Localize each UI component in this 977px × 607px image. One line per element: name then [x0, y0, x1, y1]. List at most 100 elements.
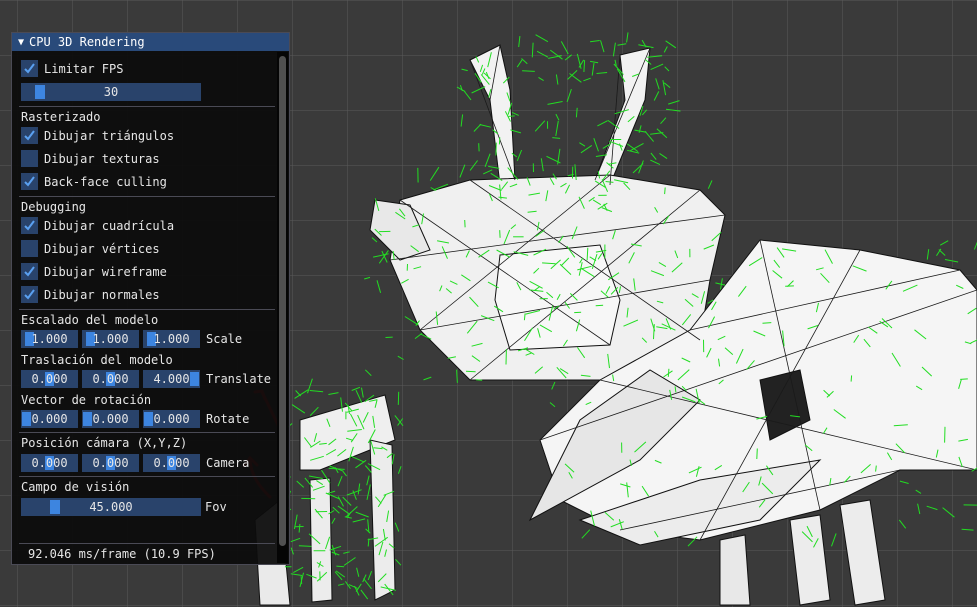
rotate-y-field[interactable]: 0.000 [82, 410, 139, 428]
field-value: 0.000 [31, 372, 68, 386]
rotate-label: Rotate [206, 412, 250, 426]
field-value: 1.000 [153, 332, 190, 346]
scale-header: Escalado del modelo [21, 313, 158, 327]
normal-line [336, 565, 345, 568]
camera-header: Posición cámara (X,Y,Z) [21, 436, 187, 450]
draw-textures-checkbox[interactable]: Dibujar texturas [21, 150, 160, 167]
checkbox-box[interactable] [21, 286, 38, 303]
section-header: Escalado del modelo [21, 313, 159, 327]
fov-value: 45.000 [89, 500, 133, 514]
rasterized-header: Rasterizado [21, 110, 100, 124]
rotate-z-field[interactable]: 0.000 [143, 410, 200, 428]
cpu-3d-rendering-window[interactable]: ▼ CPU 3D Rendering Limitar FPS 30 Raster… [11, 32, 290, 565]
checkbox-label: Dibujar normales [44, 287, 160, 302]
normal-line [875, 465, 877, 472]
draw-grid-checkbox[interactable]: Dibujar cuadrícula [21, 217, 174, 234]
field-value: 4.000 [153, 372, 190, 386]
fov-header: Campo de visión [21, 480, 129, 494]
checkbox-box[interactable] [21, 263, 38, 280]
checkbox-label: Dibujar vértices [44, 241, 160, 256]
field-value: 1.000 [31, 332, 68, 346]
camera-z-field[interactable]: 0.000 [143, 454, 200, 472]
checkbox-box[interactable] [21, 217, 38, 234]
separator [19, 476, 275, 477]
fps-value: 30 [103, 85, 119, 99]
check-icon [24, 63, 35, 74]
checkbox-box[interactable] [21, 150, 38, 167]
scrollbar-grab[interactable] [279, 56, 286, 546]
scale-label: Scale [206, 332, 243, 346]
normal-line [595, 304, 604, 307]
translate-y-field[interactable]: 0.000 [82, 370, 139, 388]
field-value: 0.000 [31, 456, 68, 470]
translate-header: Traslación del modelo [21, 353, 173, 367]
scale-y-field[interactable]: 1.000 [82, 330, 139, 348]
separator [19, 309, 275, 310]
fov-row[interactable]: 45.000 Fov [21, 498, 227, 516]
draw-triangles-checkbox[interactable]: Dibujar triángulos [21, 127, 174, 144]
rotate-header: Vector de rotación [21, 393, 151, 407]
field-value: 0.000 [153, 456, 190, 470]
translate-label: Translate [206, 372, 272, 386]
checkbox-label: Dibujar triángulos [44, 128, 175, 143]
camera-y-field[interactable]: 0.000 [82, 454, 139, 472]
normal-line [762, 322, 772, 324]
limit-fps-label: Limitar FPS [44, 61, 124, 76]
checkbox-box[interactable] [21, 173, 38, 190]
normal-line [523, 313, 526, 321]
check-icon [24, 130, 35, 141]
fov-label: Fov [205, 500, 227, 514]
checkbox-label: Back-face culling [44, 174, 167, 189]
window-titlebar[interactable]: ▼ CPU 3D Rendering [12, 33, 289, 51]
camera-vector[interactable]: 0.000 0.000 0.000 Camera [21, 454, 249, 472]
rotate-vector[interactable]: 0.000 0.000 0.000 Rotate [21, 410, 249, 428]
translate-z-field[interactable]: 4.000 [143, 370, 200, 388]
checkbox-box[interactable] [21, 60, 38, 77]
fps-slider[interactable]: 30 [21, 83, 201, 101]
separator [19, 432, 275, 433]
normal-line [367, 538, 370, 547]
normal-line [756, 448, 758, 460]
normal-line [960, 378, 968, 380]
rotate-x-field[interactable]: 0.000 [21, 410, 78, 428]
section-header: Rasterizado [21, 110, 101, 124]
checkbox-label: Dibujar cuadrícula [44, 218, 175, 233]
draw-normals-checkbox[interactable]: Dibujar normales [21, 286, 160, 303]
draw-vertices-checkbox[interactable]: Dibujar vértices [21, 240, 160, 257]
checkbox-label: Dibujar wireframe [44, 264, 167, 279]
collapse-arrow-icon[interactable]: ▼ [18, 37, 24, 48]
checkbox-box[interactable] [21, 240, 38, 257]
section-header: Campo de visión [21, 480, 130, 494]
scale-z-field[interactable]: 1.000 [143, 330, 200, 348]
check-icon [24, 266, 35, 277]
draw-wireframe-checkbox[interactable]: Dibujar wireframe [21, 263, 167, 280]
checkbox-box[interactable] [21, 127, 38, 144]
fov-slider[interactable]: 45.000 [21, 498, 201, 516]
field-value: 0.000 [153, 412, 190, 426]
section-header: Posición cámara (X,Y,Z) [21, 436, 188, 450]
translate-x-field[interactable]: 0.000 [21, 370, 78, 388]
check-icon [24, 220, 35, 231]
separator [19, 106, 275, 107]
scale-x-field[interactable]: 1.000 [21, 330, 78, 348]
normal-line [508, 115, 515, 117]
backface-culling-checkbox[interactable]: Back-face culling [21, 173, 167, 190]
normal-line [586, 247, 589, 261]
scale-vector[interactable]: 1.000 1.000 1.000 Scale [21, 330, 242, 348]
checkbox-label: Dibujar texturas [44, 151, 160, 166]
window-scrollbar[interactable] [277, 52, 288, 563]
section-header: Traslación del modelo [21, 353, 173, 367]
translate-vector[interactable]: 0.000 0.000 4.000 Translate [21, 370, 271, 388]
field-value: 0.000 [92, 372, 129, 386]
frame-time-status: 92.046 ms/frame (10.9 FPS) [28, 547, 216, 561]
normal-line [850, 375, 853, 382]
window-title: CPU 3D Rendering [29, 35, 145, 49]
camera-x-field[interactable]: 0.000 [21, 454, 78, 472]
debugging-header: Debugging [21, 200, 86, 214]
field-value: 1.000 [92, 332, 129, 346]
check-icon [24, 289, 35, 300]
section-header: Debugging [21, 200, 87, 214]
limit-fps-checkbox[interactable]: Limitar FPS [21, 60, 123, 77]
check-icon [24, 176, 35, 187]
camera-label: Camera [206, 456, 250, 470]
